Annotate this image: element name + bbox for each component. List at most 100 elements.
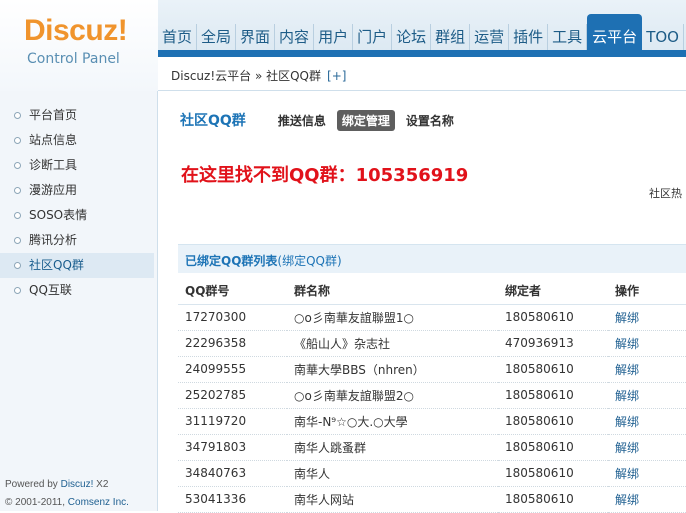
unbind-link[interactable]: 解绑 <box>608 382 686 409</box>
group-name-cell: 《船山人》杂志社 <box>287 330 498 357</box>
notice-text: 在这里找不到QQ群：105356919 <box>181 165 469 186</box>
table-body: 17270300 ○o彡南華友誼聯盟1○ 180580610 解绑 22296358 《船… <box>178 304 686 513</box>
tab-0[interactable]: 推送信息 <box>273 110 331 131</box>
sidebar-item-7[interactable]: QQ互联 <box>0 278 154 303</box>
group-id-cell: 34791803 <box>178 434 287 461</box>
notice-box: 在这里找不到QQ群：105356919 <box>178 154 648 244</box>
unbind-link[interactable]: 解绑 <box>608 330 686 357</box>
table-row: 53041336 南华人网站 180580610 解绑 <box>178 486 686 513</box>
logo-subtitle: Control Panel <box>27 51 120 67</box>
nav-item-7[interactable]: 群组 <box>431 24 471 50</box>
nav-item-12[interactable]: TOO <box>642 24 684 50</box>
binder-cell: 180580610 <box>498 356 608 383</box>
tab-bar: 社区QQ群 推送信息 绑定管理 设置名称 <box>180 109 465 131</box>
bullet-icon <box>14 187 21 194</box>
unbind-link[interactable]: 解绑 <box>608 486 686 513</box>
nav-bottom-bar <box>158 50 686 57</box>
bullet-icon <box>14 262 21 269</box>
qq-group-table: QQ群号 群名称 绑定者 操作 17270300 ○o彡南華友誼聯盟1○ 18058061… <box>178 278 686 513</box>
bullet-icon <box>14 137 21 144</box>
nav-item-11[interactable]: 云平台 <box>587 14 643 50</box>
breadcrumb: Discuz!云平台 » 社区QQ群 [+] <box>171 67 346 84</box>
unbind-link[interactable]: 解绑 <box>608 356 686 383</box>
table-row: 34840763 南华人 180580610 解绑 <box>178 460 686 487</box>
bullet-icon <box>14 112 21 119</box>
binder-cell: 180580610 <box>498 486 608 513</box>
sidebar-item-label: 站点信息 <box>29 133 78 147</box>
sidebar-item-1[interactable]: 站点信息 <box>0 128 154 153</box>
column-header: 操作 <box>608 278 686 305</box>
unbind-link[interactable]: 解绑 <box>608 304 686 331</box>
binder-cell: 180580610 <box>498 382 608 409</box>
group-id-cell: 34840763 <box>178 460 287 487</box>
powered-version: X2 <box>93 479 109 490</box>
sidebar-item-6[interactable]: 社区QQ群 <box>0 253 154 278</box>
sidebar-list: 平台首页站点信息诊断工具 漫游应用 SOSO表情腾讯分析社区QQ群 QQ互联 <box>0 103 154 303</box>
group-id-cell: 25202785 <box>178 382 287 409</box>
binder-cell: 180580610 <box>498 304 608 331</box>
table-row: 25202785 ○o彡南華友誼聯盟2○ 180580610 解绑 <box>178 382 686 409</box>
column-header: QQ群号 <box>178 278 287 305</box>
column-header: 绑定者 <box>498 278 608 305</box>
binder-cell: 180580610 <box>498 460 608 487</box>
list-title-main: 已绑定QQ群列表 <box>185 254 278 268</box>
powered-prefix: Powered by <box>5 479 61 490</box>
unbind-link[interactable]: 解绑 <box>608 434 686 461</box>
bullet-icon <box>14 287 21 294</box>
sidebar-item-label: SOSO表情 <box>29 208 88 222</box>
unbind-link[interactable]: 解绑 <box>608 460 686 487</box>
side-cut-text: 社区热 <box>649 187 682 200</box>
sidebar-item-3[interactable]: 漫游应用 <box>0 178 154 203</box>
list-title-sub: (绑定QQ群) <box>277 254 342 268</box>
tab-1[interactable]: 绑定管理 <box>336 109 395 131</box>
nav-item-5[interactable]: 门户 <box>353 24 393 50</box>
nav-item-10[interactable]: 工具 <box>548 24 588 50</box>
nav-item-0[interactable]: 首页 <box>158 24 198 50</box>
nav-item-8[interactable]: 运营 <box>470 24 510 50</box>
bullet-icon <box>14 212 21 219</box>
group-id-cell: 24099555 <box>178 356 287 383</box>
sidebar: 平台首页站点信息诊断工具 漫游应用 SOSO表情腾讯分析社区QQ群 QQ互联 Powe… <box>0 91 158 511</box>
nav-item-9[interactable]: 插件 <box>509 24 549 50</box>
nav-item-4[interactable]: 用户 <box>314 24 354 50</box>
group-name-cell: 南华人网站 <box>287 486 498 513</box>
sidebar-item-label: QQ互联 <box>29 283 72 297</box>
nav-item-2[interactable]: 界面 <box>236 24 276 50</box>
group-name-cell: ○o彡南華友誼聯盟1○ <box>287 304 498 331</box>
copyright-prefix: © 2001-2011, <box>5 497 68 508</box>
unbind-link[interactable]: 解绑 <box>608 408 686 435</box>
add-shortcut-button[interactable]: [+] <box>327 69 346 83</box>
table-row: 31119720 南华-N⁹☆○大.○大學 180580610 解绑 <box>178 408 686 435</box>
column-header: 群名称 <box>287 278 498 305</box>
sidebar-item-2[interactable]: 诊断工具 <box>0 153 154 178</box>
sidebar-item-5[interactable]: 腾讯分析 <box>0 228 154 253</box>
bullet-icon <box>14 162 21 169</box>
sidebar-item-label: 平台首页 <box>29 108 78 122</box>
group-name-cell: 南华人 <box>287 460 498 487</box>
sidebar-item-label: 社区QQ群 <box>29 258 84 272</box>
page-title: 社区QQ群 <box>180 113 246 129</box>
group-name-cell: 南华-N⁹☆○大.○大學 <box>287 408 498 435</box>
list-title: 已绑定QQ群列表(绑定QQ群) <box>185 252 342 269</box>
nav-item-3[interactable]: 内容 <box>275 24 315 50</box>
main-content: 社区QQ群 推送信息 绑定管理 设置名称 在这里找不到QQ群：105356919 社… <box>159 91 686 513</box>
group-id-cell: 53041336 <box>178 486 287 513</box>
list-header: 已绑定QQ群列表(绑定QQ群) <box>178 244 686 273</box>
nav-item-1[interactable]: 全局 <box>197 24 237 50</box>
group-id-cell: 31119720 <box>178 408 287 435</box>
logo-area: Discuz! Control Panel <box>0 0 158 91</box>
powered-by: Powered by Discuz! X2 © 2001-2011, Comse… <box>5 476 129 512</box>
copyright-company-link[interactable]: Comsenz Inc. <box>68 497 129 508</box>
top-nav: 首页 全局 界面 内容 用户 门户 论坛 群组 运营 插件 工具 云平台 TOO <box>158 14 684 50</box>
group-id-cell: 17270300 <box>178 304 287 331</box>
sidebar-item-4[interactable]: SOSO表情 <box>0 203 154 228</box>
binder-cell: 180580610 <box>498 434 608 461</box>
nav-item-6[interactable]: 论坛 <box>392 24 432 50</box>
tab-2[interactable]: 设置名称 <box>401 110 459 131</box>
logo[interactable]: Discuz! <box>24 14 128 48</box>
powered-brand-link[interactable]: Discuz! <box>61 479 94 490</box>
table-row: 24099555 南華大學BBS（nhren） 180580610 解绑 <box>178 356 686 383</box>
group-name-cell: 南華大學BBS（nhren） <box>287 356 498 383</box>
bullet-icon <box>14 237 21 244</box>
sidebar-item-0[interactable]: 平台首页 <box>0 103 154 128</box>
